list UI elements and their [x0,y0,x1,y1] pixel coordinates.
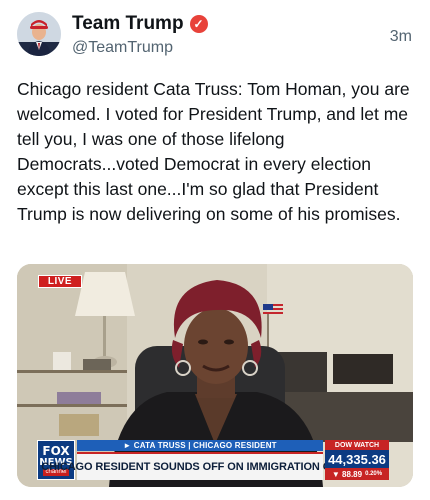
logo-line-1: FOX [42,443,70,458]
speaker-name-strap: ► CATA TRUSS | CHICAGO RESIDENT [77,440,323,451]
news-lower-third: FOX NEWS channel ► CATA TRUSS | CHICAGO … [17,436,413,487]
avatar[interactable] [17,12,61,56]
dow-ticker: DOW WATCH 44,335.36 ▼ 88.89 0.20% [325,440,389,480]
video-player[interactable]: LIVE FOX NEWS channel ► CATA TRUSS | CHI… [17,264,413,487]
dow-value: 44,335.36 [325,450,389,468]
timestamp[interactable]: 3m [390,28,412,46]
dow-change-pct: 0.20% [365,471,383,477]
dow-label: DOW WATCH [325,440,389,450]
headline-strap: CHICAGO RESIDENT SOUNDS OFF ON IMMIGRATI… [41,452,359,480]
dow-change: ▼ 88.89 [331,469,363,479]
display-name[interactable]: Team Trump [72,13,184,35]
dow-change-row: ▼ 88.89 0.20% [325,468,389,480]
fox-news-logo: FOX NEWS channel [37,440,75,480]
live-badge: LIVE [38,275,82,288]
avatar-image [17,12,61,56]
author-block: Team Trump ✓ @TeamTrump [72,13,208,57]
verified-check-icon: ✓ [189,15,208,33]
post-card[interactable]: Team Trump ✓ @TeamTrump 3m Chicago resid… [0,0,430,500]
handle[interactable]: @TeamTrump [72,39,208,57]
post-text: Chicago resident Cata Truss: Tom Homan, … [17,79,410,224]
